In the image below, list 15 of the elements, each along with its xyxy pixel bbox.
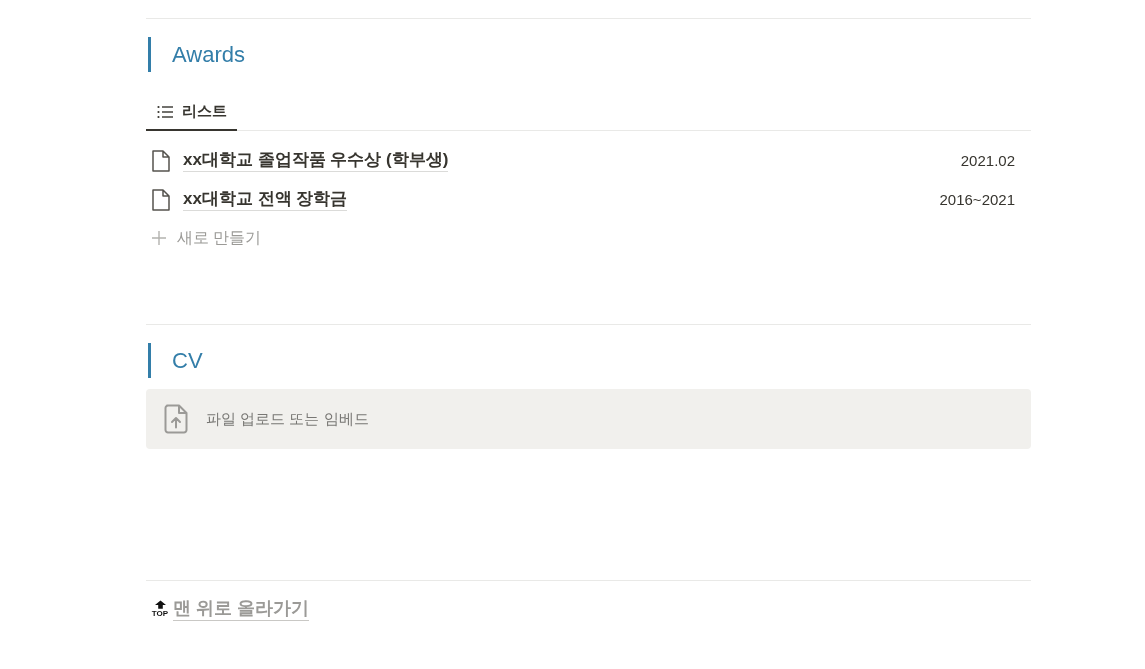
document-icon: [152, 149, 170, 172]
list-icon: [157, 104, 173, 119]
section-heading: CV: [148, 343, 205, 378]
document-icon: [152, 188, 170, 211]
section-heading: Awards: [148, 37, 247, 72]
item-date: 2021.02: [960, 152, 1015, 169]
up-arrow-icon: [154, 600, 166, 610]
file-upload-block[interactable]: 파일 업로드 또는 임베드: [146, 389, 1031, 449]
file-upload-icon: [164, 404, 188, 434]
item-date: 2016~2021: [939, 191, 1015, 208]
item-title-link[interactable]: xx대학교 졸업작품 우수상 (학부생): [183, 148, 449, 173]
top-label: TOP: [151, 609, 169, 619]
item-title-link[interactable]: xx대학교 전액 장학금: [183, 187, 348, 212]
view-tab[interactable]: 리스트: [146, 94, 237, 131]
plus-icon: [152, 231, 166, 245]
